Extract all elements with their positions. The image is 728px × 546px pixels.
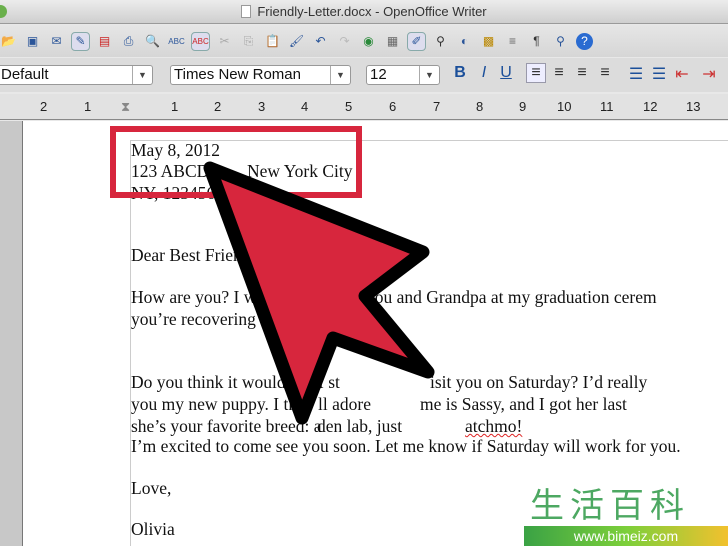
watermark-logo: 生活百科 [530,486,690,526]
pointer-arrow-icon [203,161,435,425]
arrow-shape [203,161,435,425]
watermark-url: www.bimeiz.com [524,526,728,546]
watermark: 生活百科 www.bimeiz.com [524,486,728,546]
